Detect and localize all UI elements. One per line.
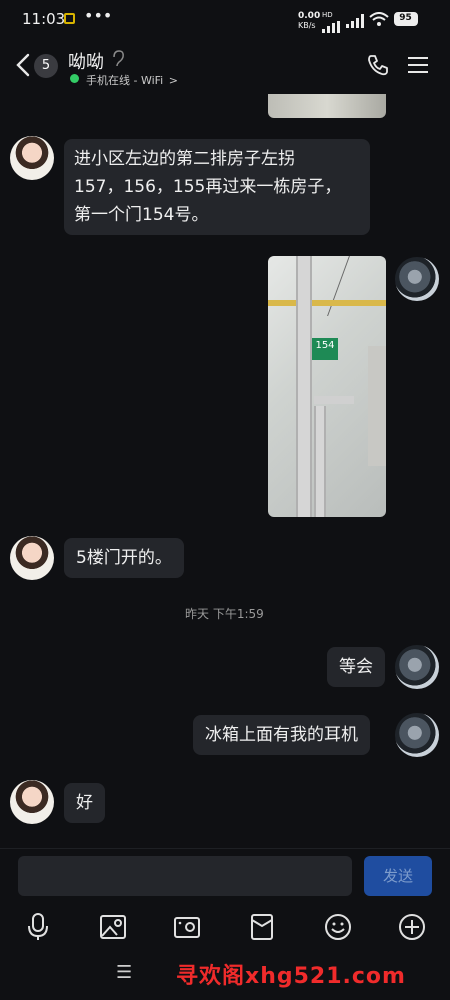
my-avatar[interactable]: [395, 645, 439, 689]
chat-timestamp: 昨天 下午1:59: [185, 607, 264, 621]
outgoing-message-bubble[interactable]: 等会: [327, 647, 385, 687]
online-status-chevron: >: [168, 74, 178, 87]
composer-divider: [0, 848, 450, 849]
message-text: 好: [76, 793, 93, 813]
my-avatar[interactable]: [395, 713, 439, 757]
mic-icon[interactable]: [24, 912, 54, 942]
message-line: 157，156，155再过来一栋房子，: [74, 177, 342, 197]
image-icon[interactable]: [98, 912, 128, 942]
red-packet-icon[interactable]: [248, 912, 278, 942]
my-avatar[interactable]: [395, 257, 439, 301]
system-menu-icon[interactable]: ☰: [116, 962, 132, 983]
incoming-message-bubble[interactable]: 5楼门开的。: [64, 538, 184, 578]
menu-icon[interactable]: [408, 55, 430, 79]
message-line: 第一个门154号。: [74, 205, 209, 225]
battery-icon: 95: [394, 12, 418, 26]
camera-icon[interactable]: [172, 912, 202, 942]
door-number-text: 154: [315, 340, 335, 351]
incoming-message-bubble[interactable]: 进小区左边的第二排房子左拐 157，156，155再过来一栋房子， 第一个门15…: [64, 139, 370, 235]
contact-avatar[interactable]: [10, 536, 54, 580]
watermark-text: 寻欢阁xhg521.com: [176, 964, 406, 989]
contact-avatar[interactable]: [10, 136, 54, 180]
phone-icon[interactable]: [366, 53, 390, 81]
notification-icon: [64, 13, 75, 24]
online-status-dot: [70, 74, 79, 83]
status-bar: 11:03 ••• 0.00 KB/s HD 95: [0, 0, 450, 40]
previous-photo-message[interactable]: [268, 94, 386, 118]
message-text: 5楼门开的。: [76, 548, 172, 568]
photo-door-number-sign: 154: [312, 338, 338, 360]
wifi-icon: [369, 12, 389, 31]
send-button[interactable]: 发送: [364, 856, 432, 896]
network-speed-value: 0.00: [298, 11, 321, 21]
incoming-message-bubble[interactable]: 好: [64, 783, 105, 823]
photo-pipe-elbow: [314, 396, 354, 404]
message-text: 冰箱上面有我的耳机: [205, 725, 358, 745]
photo-wall-panel: [368, 346, 386, 466]
ear-icon[interactable]: [111, 50, 125, 72]
photo-wire: [327, 256, 386, 316]
message-line: 进小区左边的第二排房子左拐: [74, 149, 295, 169]
message-text: 等会: [339, 657, 373, 677]
battery-level: 95: [399, 13, 412, 23]
contact-name[interactable]: 呦呦: [68, 48, 104, 74]
online-status[interactable]: 手机在线 - WiFi >: [86, 72, 178, 88]
emoji-icon[interactable]: [323, 912, 353, 942]
photo-gas-pipe: [268, 300, 386, 306]
signal-icon: [322, 18, 340, 33]
outgoing-message-bubble[interactable]: 冰箱上面有我的耳机: [193, 715, 370, 755]
online-status-text: 手机在线 - WiFi: [86, 74, 164, 87]
photo-pipe: [296, 256, 312, 517]
plus-icon[interactable]: [397, 912, 427, 942]
contact-avatar[interactable]: [10, 780, 54, 824]
message-input[interactable]: [18, 856, 352, 896]
status-time: 11:03: [22, 10, 66, 28]
unread-count-badge[interactable]: 5: [34, 54, 58, 78]
photo-pipe: [314, 406, 326, 517]
back-button[interactable]: [14, 52, 34, 78]
more-notifications-icon: •••: [84, 6, 113, 25]
signal-icon-2: [346, 13, 366, 32]
outgoing-photo-message[interactable]: 154: [268, 256, 386, 517]
network-speed-unit: KB/s: [298, 21, 316, 30]
